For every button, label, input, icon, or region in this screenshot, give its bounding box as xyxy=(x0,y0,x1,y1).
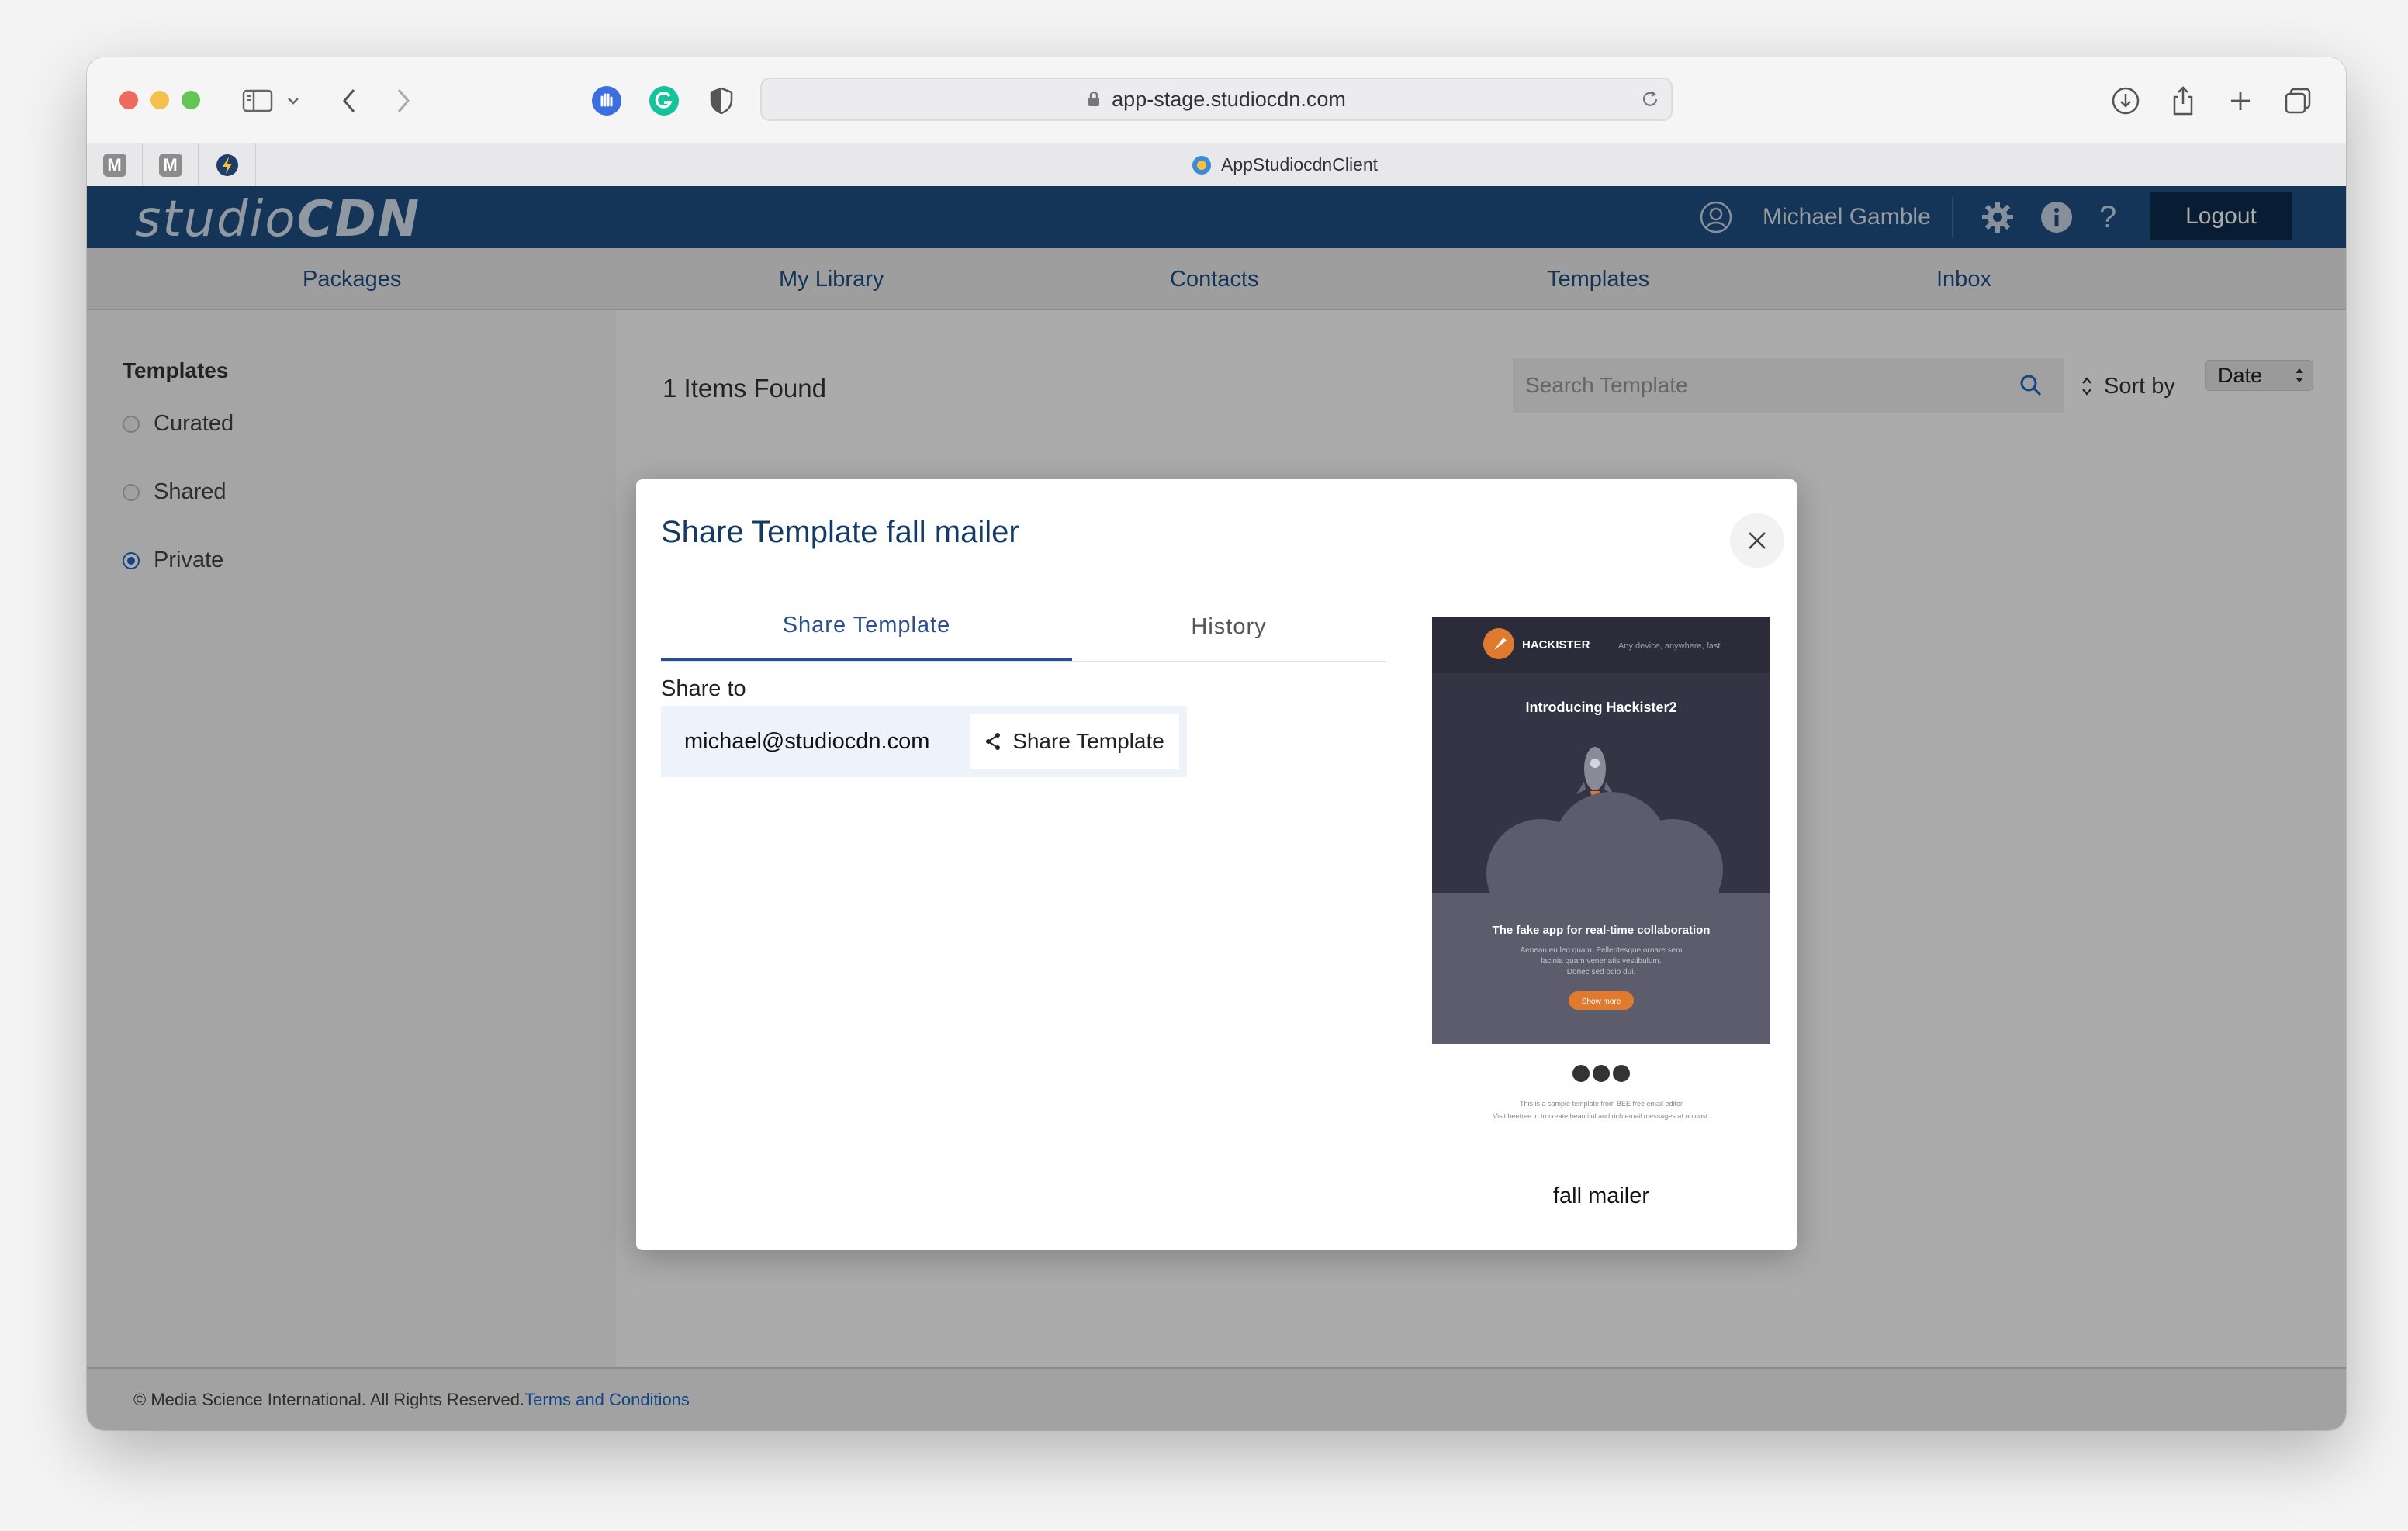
share-template-button[interactable]: Share Template xyxy=(970,714,1179,769)
browser-toolbar: app-stage.studiocdn.com xyxy=(87,57,2346,143)
url-text: app-stage.studiocdn.com xyxy=(1112,87,1346,111)
reload-icon[interactable] xyxy=(1640,89,1660,109)
shield-icon[interactable] xyxy=(700,79,743,123)
hand-extension-icon[interactable] xyxy=(585,79,628,123)
tab-bar: M M AppStudiocdnClient xyxy=(87,143,2346,187)
active-tab[interactable]: AppStudiocdnClient xyxy=(1192,154,1378,175)
recipient-email[interactable]: michael@studiocdn.com xyxy=(684,706,929,777)
forward-icon[interactable] xyxy=(388,79,419,123)
lock-icon xyxy=(1088,91,1100,106)
close-window-button[interactable] xyxy=(119,91,138,109)
new-tab-icon[interactable] xyxy=(2219,79,2262,123)
preview-tagline: Any device, anywhere, fast. xyxy=(1618,641,1723,651)
browser-window: app-stage.studiocdn.com M M AppStudiocdn… xyxy=(87,57,2346,1430)
pinned-tab-icon: M xyxy=(102,154,126,177)
back-icon[interactable] xyxy=(334,79,365,123)
preview-footer-2: Visit beefree.io to create beautiful and… xyxy=(1493,1112,1710,1120)
preview-body-3: Donec sed odio dui. xyxy=(1567,968,1635,976)
zoom-window-button[interactable] xyxy=(182,91,200,109)
preview-cta-label: Show more xyxy=(1582,997,1621,1006)
minimize-window-button[interactable] xyxy=(150,91,169,109)
instagram-icon xyxy=(1613,1065,1630,1082)
tab-title: AppStudiocdnClient xyxy=(1221,154,1379,175)
template-name: fall mailer xyxy=(1552,1184,1650,1208)
close-icon xyxy=(1749,532,1766,549)
pinned-tab[interactable] xyxy=(199,143,256,187)
preview-subheadline: The fake app for real-time collaboration xyxy=(1493,924,1711,937)
globe-favicon-icon xyxy=(1192,155,1211,175)
preview-footer-1: This is a sample template from BEE free … xyxy=(1520,1100,1683,1108)
grammarly-icon[interactable] xyxy=(642,79,686,123)
address-bar[interactable]: app-stage.studiocdn.com xyxy=(760,78,1673,121)
tab-overview-icon[interactable] xyxy=(2276,79,2320,123)
tab-share-template[interactable]: Share Template xyxy=(661,593,1072,661)
bolt-favicon-icon xyxy=(216,154,238,176)
share-icon[interactable] xyxy=(2161,79,2205,123)
chevron-down-icon[interactable] xyxy=(284,79,303,123)
app: studioCDN Michael Gamble ? Logout Packag… xyxy=(87,186,2346,1430)
facebook-icon xyxy=(1572,1065,1590,1082)
pinned-tab-icon: M xyxy=(158,154,182,177)
modal-tabs: Share Template History xyxy=(661,593,1386,662)
modal-title: Share Template fall mailer xyxy=(661,515,1019,549)
preview-headline: Introducing Hackister2 xyxy=(1525,700,1676,715)
sidebar-toggle-icon[interactable] xyxy=(239,79,276,123)
close-modal-button[interactable] xyxy=(1730,513,1784,568)
share-button-label: Share Template xyxy=(1012,729,1164,753)
download-icon[interactable] xyxy=(2104,79,2147,123)
preview-body-2: lacinia quam venenatis vestibulum. xyxy=(1541,957,1661,966)
pinned-tab[interactable]: M xyxy=(87,143,143,187)
preview-brand: HACKISTER xyxy=(1522,638,1590,651)
preview-body-1: Aenean eu leo quam. Pellentesque ornare … xyxy=(1520,946,1682,955)
share-recipient-row: michael@studiocdn.com Share Template xyxy=(661,706,1187,777)
share-to-label: Share to xyxy=(661,676,746,701)
tab-history[interactable]: History xyxy=(1072,593,1386,661)
template-preview[interactable]: HACKISTER Any device, anywhere, fast. In… xyxy=(1432,617,1770,1145)
x-twitter-icon xyxy=(1593,1065,1610,1082)
share-nodes-icon xyxy=(986,733,1001,750)
pinned-tab[interactable]: M xyxy=(143,143,199,187)
share-template-modal: Share Template fall mailer Share Templat… xyxy=(636,479,1797,1250)
